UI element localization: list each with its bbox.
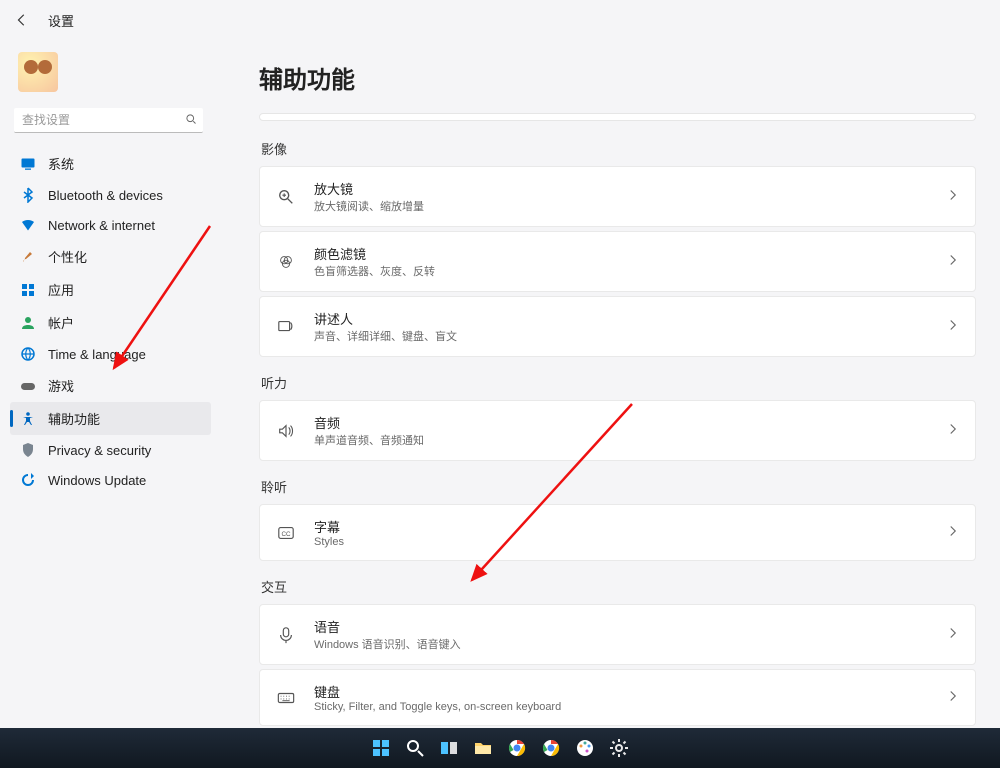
setting-card-mic[interactable]: 语音 Windows 语音识别、语音键入 — [259, 604, 976, 665]
card-subtitle: Sticky, Filter, and Toggle keys, on-scre… — [314, 701, 929, 713]
sidebar-item-globe[interactable]: Time & language — [10, 339, 211, 369]
search-input[interactable] — [14, 108, 203, 133]
sidebar-item-shield[interactable]: Privacy & security — [10, 435, 211, 465]
wifi-icon — [20, 217, 36, 233]
card-subtitle: Windows 语音识别、语音键入 — [314, 636, 929, 652]
card-title: 讲述人 — [314, 309, 929, 328]
chevron-right-icon — [947, 318, 959, 336]
content-area: 辅助功能 影像 放大镜 放大镜阅读、缩放增量 颜色滤镜 色盲筛选器、灰度、反转 … — [215, 40, 1000, 728]
taskbar-explorer[interactable] — [470, 735, 496, 761]
display-icon — [20, 156, 36, 172]
card-subtitle: Styles — [314, 536, 929, 548]
sidebar-item-label: 辅助功能 — [48, 409, 100, 428]
taskbar-chrome-b[interactable] — [538, 735, 564, 761]
sidebar: 系统 Bluetooth & devices Network & internet 个… — [0, 40, 215, 728]
apps-icon — [20, 282, 36, 298]
sidebar-item-label: Network & internet — [48, 218, 155, 233]
taskbar-taskview[interactable] — [436, 735, 462, 761]
section-heading: 聆听 — [261, 477, 976, 496]
chevron-right-icon — [947, 422, 959, 440]
sidebar-item-apps[interactable]: 应用 — [10, 273, 211, 306]
sidebar-item-game[interactable]: 游戏 — [10, 369, 211, 402]
taskbar-paint[interactable] — [572, 735, 598, 761]
avatar[interactable] — [18, 52, 58, 92]
chevron-right-icon — [947, 626, 959, 644]
person-icon — [20, 315, 36, 331]
bluetooth-icon — [20, 187, 36, 203]
section-heading: 影像 — [261, 139, 976, 158]
section-heading: 交互 — [261, 577, 976, 596]
sidebar-item-display[interactable]: 系统 — [10, 147, 211, 180]
taskbar-settings[interactable] — [606, 735, 632, 761]
setting-card-colorfilter[interactable]: 颜色滤镜 色盲筛选器、灰度、反转 — [259, 231, 976, 292]
scroll-track-hint — [259, 113, 976, 121]
sidebar-item-wifi[interactable]: Network & internet — [10, 210, 211, 240]
chevron-right-icon — [947, 188, 959, 206]
sidebar-item-label: 帐户 — [48, 313, 74, 332]
search-icon — [185, 112, 197, 130]
sidebar-item-label: 个性化 — [48, 247, 87, 266]
shield-icon — [20, 442, 36, 458]
sidebar-item-label: Bluetooth & devices — [48, 188, 163, 203]
card-subtitle: 单声道音频、音频通知 — [314, 432, 929, 448]
card-title: 键盘 — [314, 682, 929, 701]
card-title: 颜色滤镜 — [314, 244, 929, 263]
sidebar-item-label: Windows Update — [48, 473, 146, 488]
sidebar-item-brush[interactable]: 个性化 — [10, 240, 211, 273]
mic-icon — [276, 625, 296, 645]
sidebar-item-label: 系统 — [48, 154, 74, 173]
back-button[interactable] — [12, 10, 32, 30]
sidebar-item-label: Time & language — [48, 347, 146, 362]
audio-icon — [276, 421, 296, 441]
keyboard-icon — [276, 688, 296, 708]
globe-icon — [20, 346, 36, 362]
narrator-icon — [276, 317, 296, 337]
card-subtitle: 色盲筛选器、灰度、反转 — [314, 263, 929, 279]
game-icon — [20, 378, 36, 394]
setting-card-keyboard[interactable]: 键盘 Sticky, Filter, and Toggle keys, on-s… — [259, 669, 976, 726]
card-title: 字幕 — [314, 517, 929, 536]
sidebar-item-update[interactable]: Windows Update — [10, 465, 211, 495]
magnify-icon — [276, 187, 296, 207]
arrow-left-icon — [15, 13, 29, 27]
sidebar-item-person[interactable]: 帐户 — [10, 306, 211, 339]
sidebar-item-bluetooth[interactable]: Bluetooth & devices — [10, 180, 211, 210]
taskbar-start[interactable] — [368, 735, 394, 761]
colorfilter-icon — [276, 252, 296, 272]
search-box[interactable] — [14, 108, 203, 133]
setting-card-magnify[interactable]: 放大镜 放大镜阅读、缩放增量 — [259, 166, 976, 227]
sidebar-item-label: 应用 — [48, 280, 74, 299]
sidebar-item-label: Privacy & security — [48, 443, 151, 458]
section-heading: 听力 — [261, 373, 976, 392]
card-title: 语音 — [314, 617, 929, 636]
taskbar-chrome-a[interactable] — [504, 735, 530, 761]
chevron-right-icon — [947, 524, 959, 542]
window-title: 设置 — [48, 11, 74, 30]
card-title: 音频 — [314, 413, 929, 432]
taskbar-search[interactable] — [402, 735, 428, 761]
brush-icon — [20, 249, 36, 265]
update-icon — [20, 472, 36, 488]
cc-icon: CC — [276, 523, 296, 543]
card-subtitle: 放大镜阅读、缩放增量 — [314, 198, 929, 214]
accessibility-icon — [20, 411, 36, 427]
setting-card-audio[interactable]: 音频 单声道音频、音频通知 — [259, 400, 976, 461]
page-title: 辅助功能 — [259, 60, 976, 95]
sidebar-item-accessibility[interactable]: 辅助功能 — [10, 402, 211, 435]
setting-card-cc[interactable]: CC 字幕 Styles — [259, 504, 976, 561]
setting-card-narrator[interactable]: 讲述人 声音、详细详细、键盘、盲文 — [259, 296, 976, 357]
taskbar — [0, 728, 1000, 768]
card-subtitle: 声音、详细详细、键盘、盲文 — [314, 328, 929, 344]
svg-text:CC: CC — [281, 531, 291, 538]
card-title: 放大镜 — [314, 179, 929, 198]
chevron-right-icon — [947, 689, 959, 707]
chevron-right-icon — [947, 253, 959, 271]
sidebar-item-label: 游戏 — [48, 376, 74, 395]
